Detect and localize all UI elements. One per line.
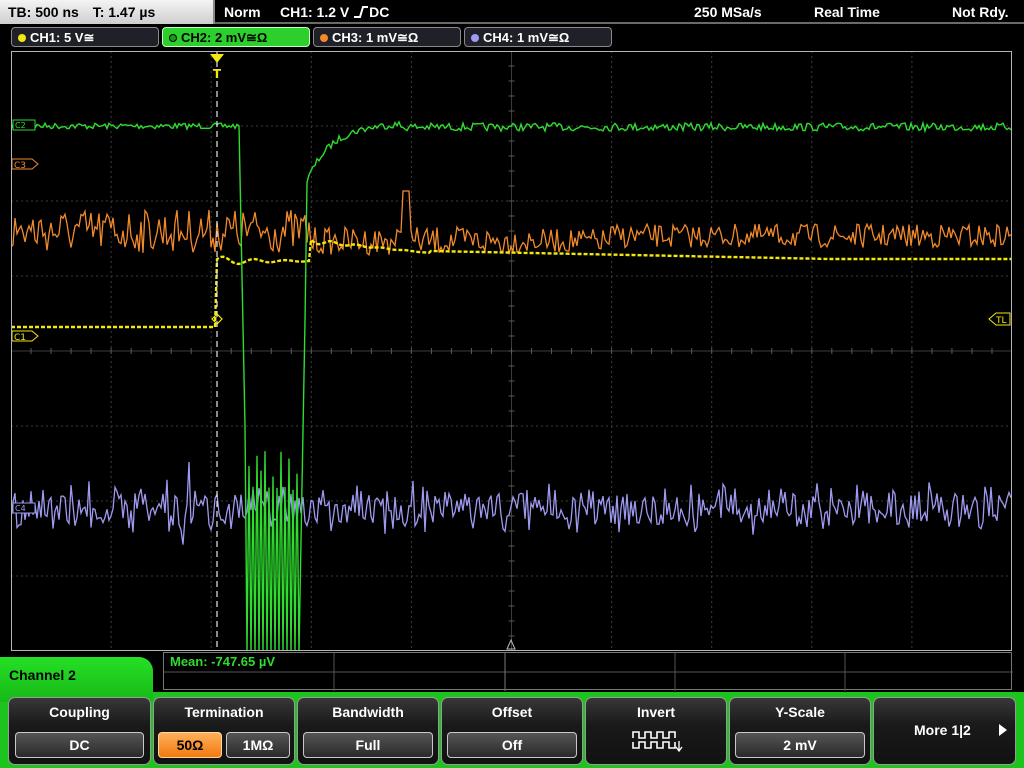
measurement-panel [163,652,1013,691]
tab-ch1-label: CH1: 5 V [30,30,84,45]
tab-ch2-suffix: ≅Ω [246,30,268,45]
measurement-grid [164,653,1013,691]
offset-value-button[interactable]: Off [447,732,577,758]
yscale-softkey[interactable]: Y-Scale 2 mV [729,697,871,765]
tab-ch1-suffix: ≅ [83,30,95,45]
tab-ch2[interactable]: CH2: 2 mV≅Ω [162,27,310,47]
tab-ch1[interactable]: CH1: 5 V≅ [11,27,159,47]
arrow-right-icon [998,723,1008,742]
timebase-label: TB: 500 ns [8,4,79,20]
more-softkey[interactable]: More 1|2 [873,697,1016,765]
yscale-value-button[interactable]: 2 mV [735,732,865,758]
offset-softkey[interactable]: Offset Off [441,697,583,765]
termination-50ohm-button[interactable]: 50Ω [158,732,222,758]
coupling-title: Coupling [49,704,110,720]
trigger-source-level: CH1: 1.2 V [280,4,350,20]
more-label: More 1|2 [914,722,971,738]
status-divider [213,0,215,24]
rising-edge-icon [353,4,369,20]
invert-waveform-icon [631,728,683,759]
tab-ch4-suffix: ≅Ω [548,30,570,45]
measurement-mean[interactable]: Mean: -747.65 µV [170,654,275,669]
termination-title: Termination [184,704,264,720]
trigger-coupling: DC [369,4,390,20]
coupling-softkey[interactable]: Coupling DC [8,697,151,765]
timebase-box[interactable]: TB: 500 ns T: 1.47 µs [0,0,213,24]
tab-ch3-label: CH3: 1 mV [332,30,398,45]
termination-1mohm-button[interactable]: 1MΩ [226,732,290,758]
bandwidth-softkey[interactable]: Bandwidth Full [297,697,439,765]
tab-ch2-label: CH2: 2 mV [181,30,247,45]
ch4-dot-icon [471,34,479,42]
ch3-dot-icon [320,34,328,42]
sample-rate: 250 MSa/s [694,4,762,20]
grid-frame [11,51,1012,651]
invert-title: Invert [636,704,676,720]
bandwidth-title: Bandwidth [332,704,404,720]
trigger-time-label: T: 1.47 µs [92,4,156,20]
menu-title: Channel 2 [0,657,153,702]
offset-title: Offset [491,704,533,720]
tab-ch3-suffix: ≅Ω [397,30,419,45]
tab-ch4-label: CH4: 1 mV [483,30,549,45]
ch2-dot-icon [169,34,177,42]
tab-ch4[interactable]: CH4: 1 mV≅Ω [464,27,612,47]
acquisition-mode: Real Time [814,4,880,20]
trigger-info[interactable]: CH1: 1.2 V DC [280,0,389,24]
run-state: Not Rdy. [952,4,1009,20]
termination-softkey[interactable]: Termination 50Ω 1MΩ [153,697,295,765]
invert-softkey[interactable]: Invert [585,697,727,765]
bandwidth-value-button[interactable]: Full [303,732,433,758]
tab-ch3[interactable]: CH3: 1 mV≅Ω [313,27,461,47]
coupling-value-button[interactable]: DC [15,732,144,758]
trigger-mode[interactable]: Norm [224,0,261,24]
ch1-dot-icon [18,34,26,42]
yscale-title: Y-Scale [775,704,825,720]
